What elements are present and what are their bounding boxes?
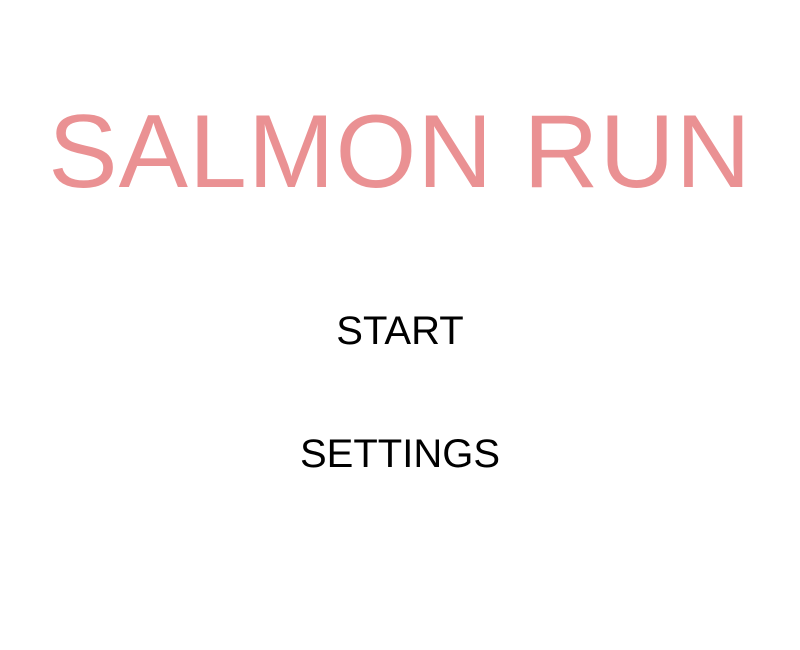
game-title: SALMON RUN [48, 94, 752, 210]
settings-menu-row: SETTINGS [0, 430, 800, 478]
start-menu-row: START [0, 307, 800, 355]
start-button[interactable]: START [332, 307, 467, 355]
settings-button[interactable]: SETTINGS [296, 430, 504, 478]
